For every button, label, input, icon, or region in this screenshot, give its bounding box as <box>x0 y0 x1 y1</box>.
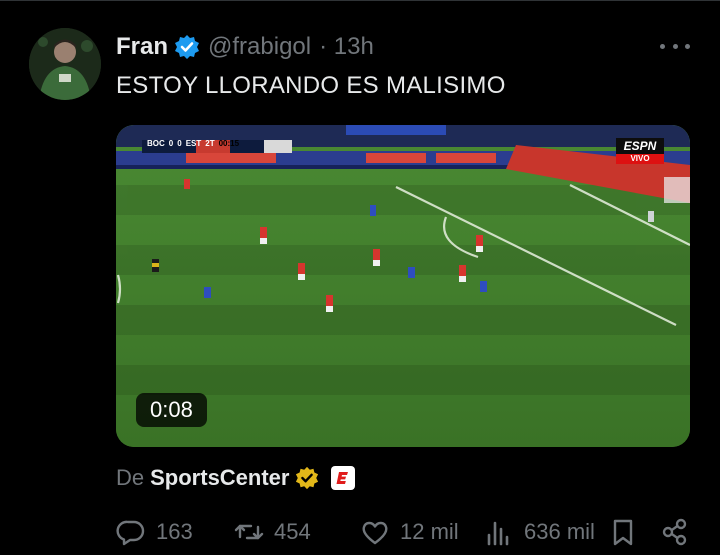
action-bar: 163 454 12 mil 636 mil <box>116 512 694 552</box>
author-name[interactable]: Fran <box>116 33 168 61</box>
scoreboard-period: 2T <box>205 139 215 148</box>
tweet-header: Fran @frabigol · 13h <box>116 30 374 64</box>
live-badge: VIVO <box>630 154 650 163</box>
video-source: De SportsCenter <box>116 462 356 494</box>
views-count: 636 mil <box>524 519 595 544</box>
tweet-text: ESTOY LLORANDO ES MALISIMO <box>116 72 506 99</box>
avatar-image <box>29 28 101 100</box>
more-dot <box>660 43 665 49</box>
repost-count: 454 <box>274 519 311 544</box>
more-dot <box>672 43 678 49</box>
espn-icon <box>331 466 356 490</box>
scoreboard-clock: 00:15 <box>218 139 240 148</box>
reply-count: 163 <box>156 519 193 544</box>
scoreboard-away-team: EST <box>185 139 202 148</box>
verified-badge-icon <box>174 34 200 60</box>
source-prefix: De <box>116 465 145 490</box>
scoreboard-away-score: 0 <box>177 139 182 148</box>
scoreboard-home-score: 0 <box>168 139 174 148</box>
scoreboard: BOC 0 0 EST 2T 00:15 <box>147 139 239 148</box>
more-dot <box>685 43 690 49</box>
like-icon <box>360 517 390 547</box>
more-icon[interactable] <box>660 34 690 58</box>
top-divider <box>0 0 720 1</box>
share-icon <box>660 517 690 547</box>
avatar[interactable] <box>29 28 101 100</box>
bookmark-button[interactable] <box>608 512 648 552</box>
video-player[interactable]: BOC 0 0 EST 2T 00:15 ESPN VIVO 0:08 <box>116 125 690 447</box>
gold-verified-badge-icon <box>295 466 319 490</box>
reply-button[interactable]: 163 <box>116 512 193 552</box>
tweet-timestamp[interactable]: · 13h <box>319 33 374 61</box>
like-button[interactable]: 12 mil <box>360 512 459 552</box>
share-button[interactable] <box>660 512 700 552</box>
repost-icon <box>234 517 264 547</box>
video-duration: 0:08 <box>136 393 207 427</box>
repost-button[interactable]: 454 <box>234 512 311 552</box>
author-handle[interactable]: @frabigol <box>208 33 311 61</box>
espn-logo: ESPN <box>623 139 657 153</box>
reply-icon <box>116 517 146 547</box>
views-icon <box>484 517 514 547</box>
bookmark-icon <box>608 517 638 547</box>
views-button[interactable]: 636 mil <box>484 512 595 552</box>
like-count: 12 mil <box>400 519 459 544</box>
source-name[interactable]: SportsCenter <box>150 465 289 491</box>
scoreboard-home-team: BOC <box>147 139 165 148</box>
